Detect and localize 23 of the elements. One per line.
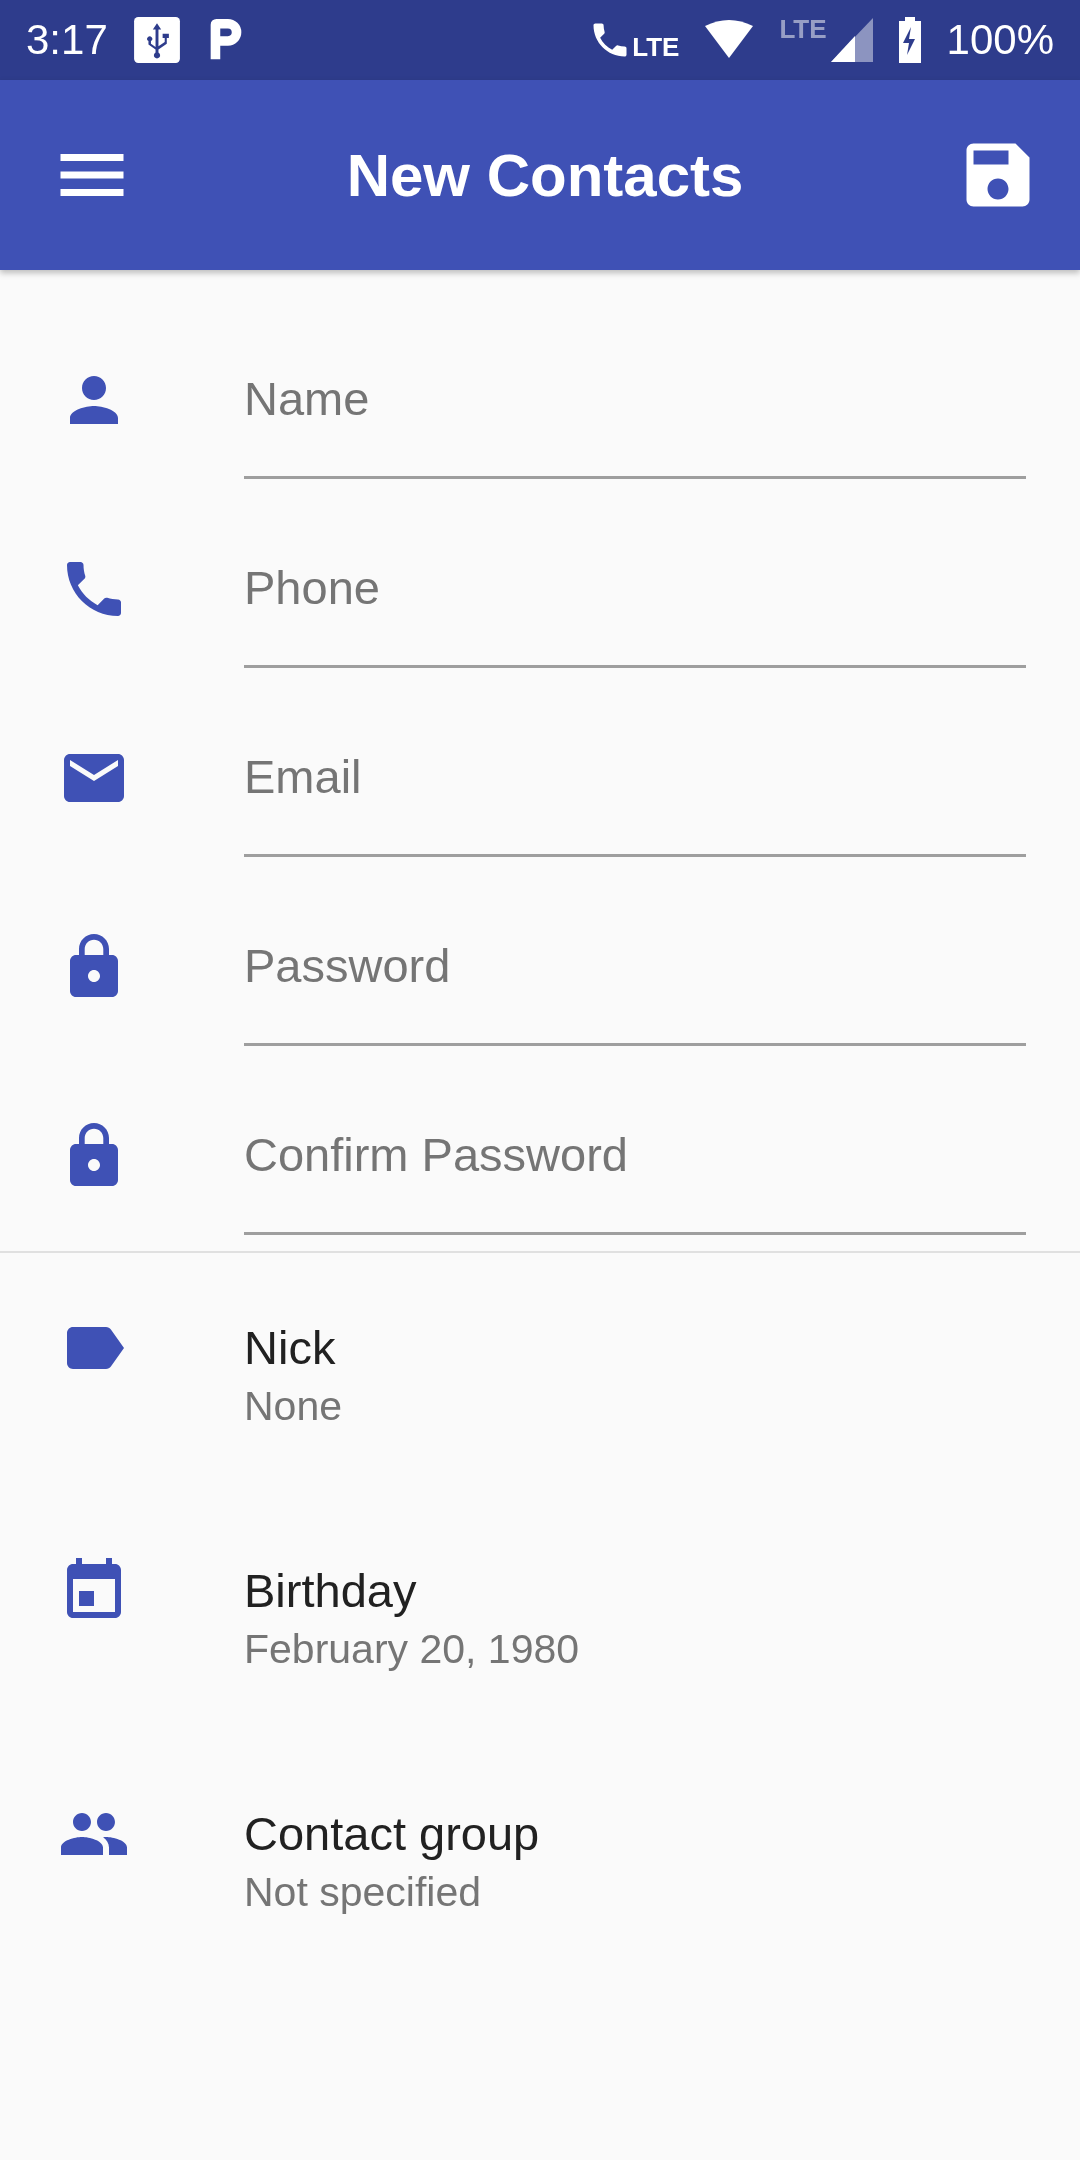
detail-item[interactable]: Contact group Not specified xyxy=(0,1739,1080,1982)
app-bar-title: New Contacts xyxy=(345,140,745,210)
usb-icon xyxy=(131,15,182,65)
detail-item[interactable]: Birthday February 20, 1980 xyxy=(0,1496,1080,1739)
detail-value: Not specified xyxy=(244,1868,482,1917)
input-field[interactable]: Password xyxy=(244,888,1026,1046)
input-field[interactable]: Name xyxy=(244,321,1026,479)
signal-icon xyxy=(830,18,873,62)
detail-value: February 20, 1980 xyxy=(244,1625,580,1674)
input-field[interactable]: Phone xyxy=(244,510,1026,668)
detail-label: Nick xyxy=(244,1320,337,1376)
battery-percentage: 100% xyxy=(946,16,1054,64)
wifi-icon xyxy=(703,20,756,60)
input-field[interactable]: Confirm Password xyxy=(244,1077,1026,1235)
detail-label: Birthday xyxy=(244,1563,418,1619)
battery-icon xyxy=(896,17,923,63)
status-time: 3:17 xyxy=(26,16,108,64)
input-field[interactable]: Email xyxy=(244,699,1026,857)
detail-item[interactable]: Nick None xyxy=(0,1253,1080,1496)
detail-label: Contact group xyxy=(244,1806,540,1862)
detail-value: None xyxy=(244,1382,342,1431)
call-network-label: LTE xyxy=(632,31,680,63)
network-label: LTE xyxy=(779,14,827,45)
